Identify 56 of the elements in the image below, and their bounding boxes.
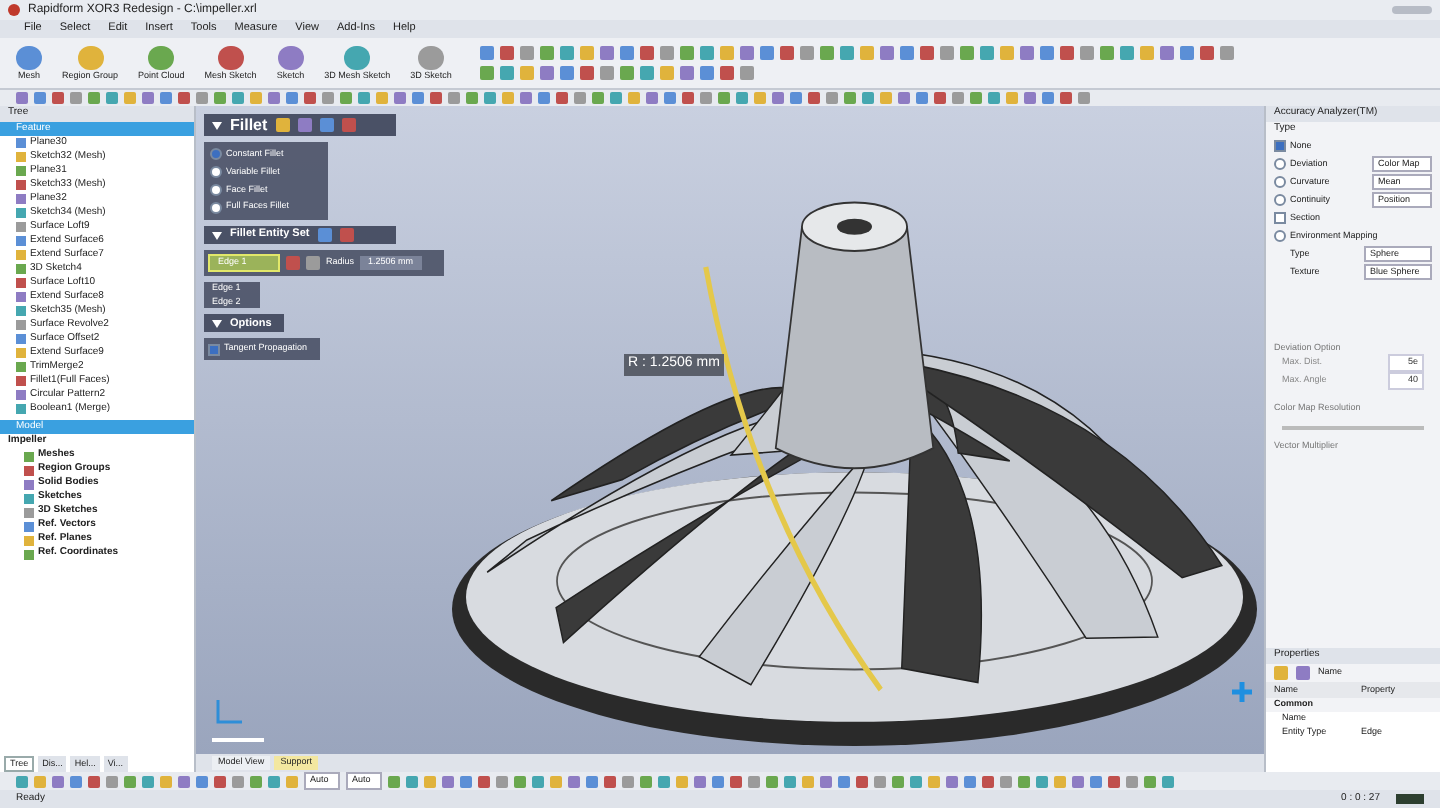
tree-node-icon xyxy=(16,404,26,414)
radio-button[interactable] xyxy=(210,166,222,179)
checkbox[interactable] xyxy=(208,343,220,356)
radio-button[interactable] xyxy=(1274,158,1286,170)
tree-node-icon xyxy=(16,362,26,372)
tree-node-icon xyxy=(16,208,26,218)
tool-icon xyxy=(16,45,42,70)
tree-node-icon xyxy=(16,292,26,302)
tree-node-icon xyxy=(16,180,26,190)
tree-node-icon xyxy=(16,138,26,148)
tree-node-icon xyxy=(16,166,26,176)
tree-node-icon xyxy=(16,278,26,288)
axis-triad-icon xyxy=(212,698,244,726)
tree-node-icon xyxy=(16,236,26,246)
panel-title: Fillet xyxy=(230,113,268,137)
tree-node-icon xyxy=(24,549,34,559)
scale-bar xyxy=(212,738,264,742)
radio-button[interactable] xyxy=(210,201,222,214)
radio-button[interactable] xyxy=(1274,194,1286,206)
tool-icon xyxy=(217,45,244,70)
tool-icon xyxy=(148,45,175,70)
tool-icon xyxy=(77,45,104,70)
radio-button[interactable] xyxy=(1274,176,1286,188)
app-icon xyxy=(8,4,20,16)
collapse-icon[interactable] xyxy=(212,319,222,328)
checkbox[interactable] xyxy=(1274,212,1286,224)
tree-node-icon xyxy=(24,451,34,461)
tool-icon xyxy=(277,45,304,70)
tool-icon xyxy=(417,45,444,70)
tree-node-icon xyxy=(16,334,26,344)
tree-node-icon xyxy=(16,250,26,260)
tree-node-icon xyxy=(24,521,34,531)
tree-node-icon xyxy=(24,535,34,545)
collapse-icon[interactable] xyxy=(212,231,222,239)
plus-icon xyxy=(1232,682,1252,702)
checkbox[interactable] xyxy=(1274,140,1286,152)
status-indicator-icon xyxy=(1396,794,1424,804)
tree-node-icon xyxy=(24,493,34,503)
tree-node-icon xyxy=(24,465,34,475)
tree-node-icon xyxy=(24,507,34,517)
tree-node-icon xyxy=(16,222,26,232)
tool-icon xyxy=(344,45,371,70)
radio-button[interactable] xyxy=(210,183,222,196)
tree-node-icon xyxy=(16,194,26,204)
tree-node-icon xyxy=(16,320,26,330)
tree-node-icon xyxy=(16,390,26,400)
tree-node-icon xyxy=(16,348,26,358)
tree-node-icon xyxy=(16,376,26,386)
window-controls-icon[interactable] xyxy=(1392,6,1432,14)
tree-node-icon xyxy=(24,479,34,489)
tree-node-icon xyxy=(16,264,26,274)
tree-node-icon xyxy=(16,306,26,316)
tree-node-icon xyxy=(16,152,26,162)
radio-button[interactable] xyxy=(210,148,222,161)
radio-button[interactable] xyxy=(1274,230,1286,242)
collapse-icon[interactable] xyxy=(212,121,222,129)
